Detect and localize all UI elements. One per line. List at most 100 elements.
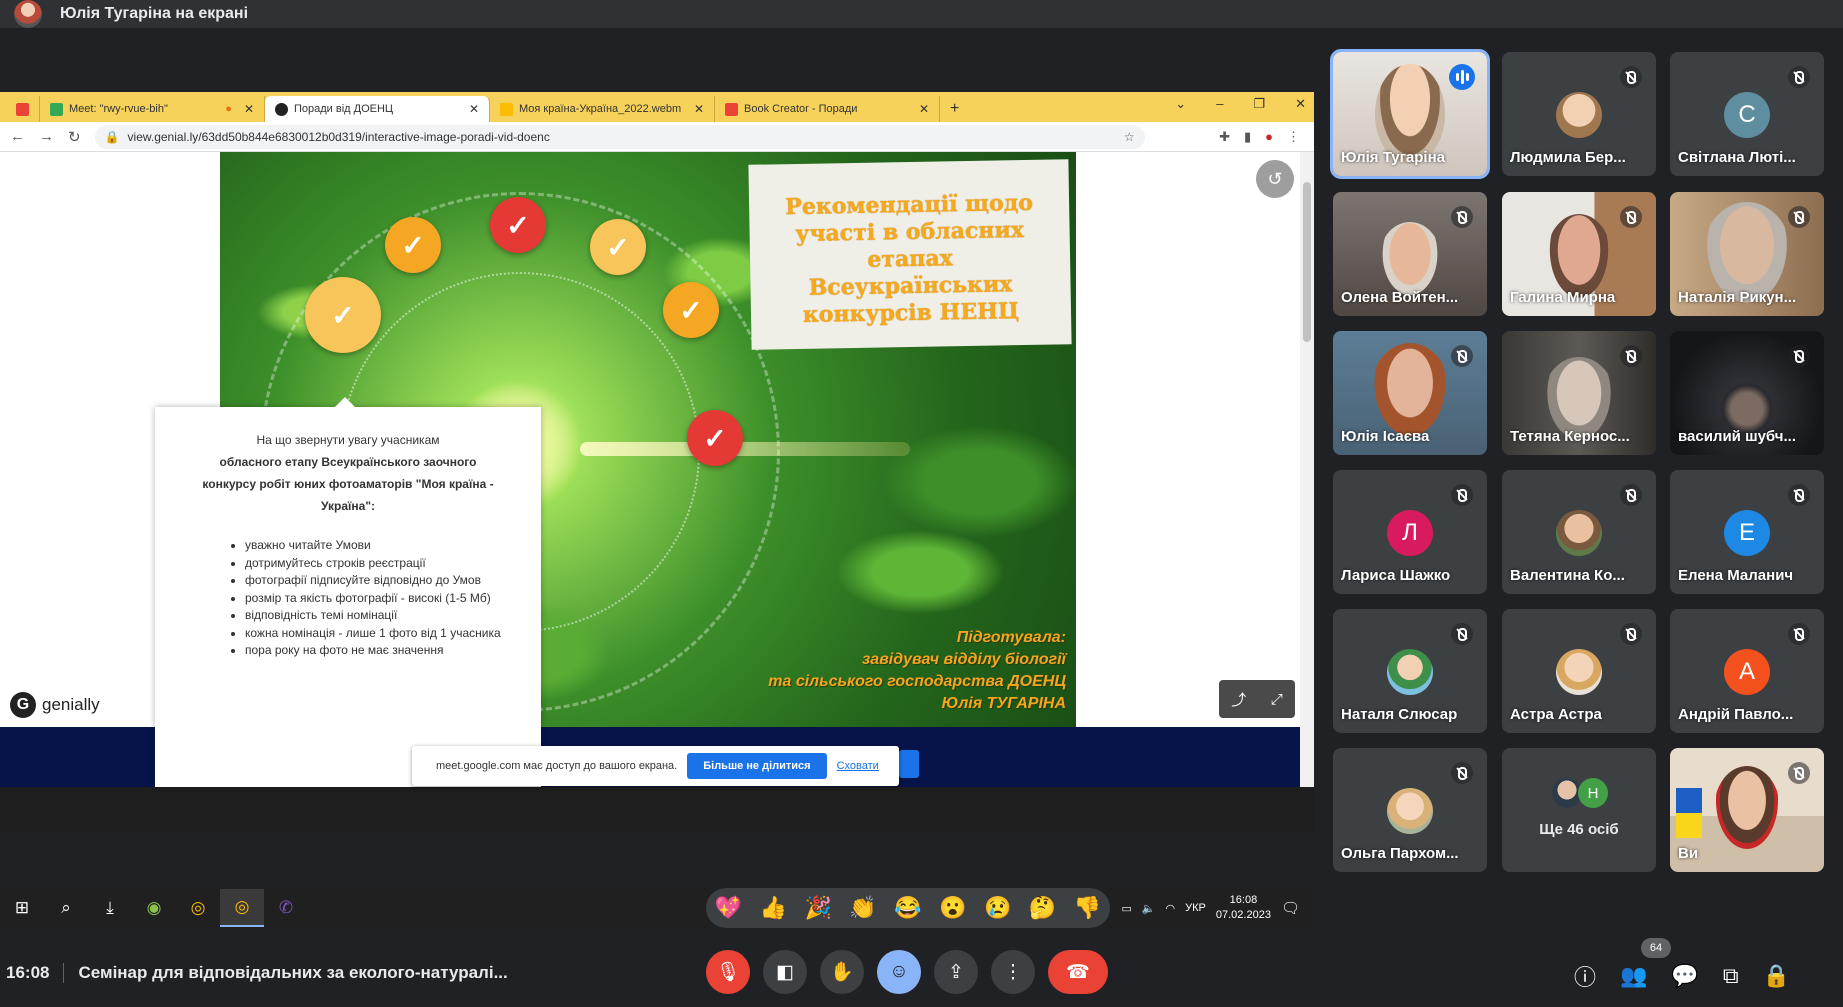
menu-icon[interactable]: ⋮ — [1287, 129, 1300, 145]
chrome-active-icon[interactable]: ◎ — [220, 889, 264, 927]
self-tile[interactable]: Ви — [1670, 748, 1824, 872]
present-button[interactable]: ⇪ — [934, 950, 978, 994]
page-scrollbar[interactable] — [1300, 152, 1314, 787]
reaction-party-button[interactable]: 🎉 — [804, 895, 831, 921]
reactions-button[interactable]: ☺ — [877, 950, 921, 994]
stop-sharing-button[interactable]: Більше не ділитися — [687, 753, 827, 779]
close-icon[interactable]: ✕ — [919, 102, 929, 116]
more-options-button[interactable]: ⋮ — [991, 950, 1035, 994]
close-icon[interactable]: ✕ — [694, 102, 704, 116]
list-item: кожна номінація - лише 1 фото від 1 учас… — [245, 625, 521, 643]
check-hotspot[interactable]: ✓ — [490, 197, 546, 253]
close-icon[interactable]: ✕ — [244, 102, 254, 116]
participant-tile[interactable]: Валентина Ко... — [1502, 470, 1656, 594]
check-hotspot[interactable]: ✓ — [305, 277, 381, 353]
participant-tile[interactable]: Е Елена Маланич — [1670, 470, 1824, 594]
reaction-surprised-button[interactable]: 😮 — [939, 895, 966, 921]
profile-icon[interactable]: ● — [1265, 129, 1273, 145]
reaction-clap-button[interactable]: 👏 — [849, 895, 876, 921]
reaction-thumbsup-button[interactable]: 👍 — [760, 895, 787, 921]
mic-toggle-button[interactable]: 🎙 — [706, 950, 750, 994]
participant-tile[interactable]: Астра Астра — [1502, 609, 1656, 733]
more-participants-tile[interactable]: Н Ще 46 осіб — [1502, 748, 1656, 872]
scrollbar-thumb[interactable] — [1303, 182, 1311, 342]
participant-tile[interactable]: Олена Войтен... — [1333, 192, 1487, 316]
tab-bookcreator[interactable]: Book Creator - Поради ✕ — [715, 96, 940, 122]
tab-label: Моя країна-Україна_2022.webm — [519, 103, 682, 115]
camera-toggle-button[interactable]: ◧ — [763, 950, 807, 994]
participant-tile[interactable]: Юлія Ісаєва — [1333, 331, 1487, 455]
close-icon[interactable]: ✕ — [469, 102, 479, 116]
activities-icon[interactable]: ⧉ — [1723, 963, 1739, 989]
tab-gmail[interactable] — [6, 96, 40, 122]
tab-list-icon[interactable]: ⌄ — [1175, 96, 1186, 112]
back-icon[interactable]: ← — [10, 128, 25, 145]
tab-webm[interactable]: Моя країна-Україна_2022.webm ✕ — [490, 96, 715, 122]
reload-icon[interactable]: ↻ — [68, 128, 81, 146]
presenter-title: Юлія Тугаріна на екрані — [60, 5, 249, 22]
viber-icon[interactable]: ✆ — [264, 889, 308, 927]
participant-tile[interactable]: Юлія Тугаріна — [1330, 49, 1490, 179]
participant-tile[interactable]: Ольга Пархом... — [1333, 748, 1487, 872]
participant-tile[interactable]: Тетяна Кернос... — [1502, 331, 1656, 455]
restore-icon[interactable]: ❐ — [1253, 96, 1265, 112]
participant-tile[interactable]: василий шубч... — [1670, 331, 1824, 455]
restart-icon[interactable]: ↺ — [1256, 160, 1294, 198]
tab-poradi[interactable]: Поради від ДОЕНЦ ✕ — [265, 96, 490, 122]
reaction-laugh-button[interactable]: 😂 — [894, 895, 921, 921]
volume-icon[interactable]: 🔈 — [1142, 902, 1156, 915]
participant-tile[interactable]: А Андрій Павло... — [1670, 609, 1824, 733]
popup-list: уважно читайте Умови дотримуйтесь строкі… — [245, 537, 521, 660]
language-indicator[interactable]: УКР — [1185, 902, 1206, 914]
minimize-icon[interactable]: – — [1216, 96, 1223, 112]
share-icon[interactable]: ⤴ — [1231, 689, 1246, 710]
wifi-icon[interactable]: ◠ — [1166, 902, 1176, 915]
check-hotspot[interactable]: ✓ — [687, 410, 743, 466]
mic-off-icon — [1788, 345, 1810, 367]
url-field[interactable]: 🔒 view.genial.ly/63dd50b844e6830012b0d31… — [94, 124, 1145, 149]
participant-tile[interactable]: Наталія Рикун... — [1670, 192, 1824, 316]
reaction-thinking-button[interactable]: 🤔 — [1029, 895, 1056, 921]
side-controls: ⓘ 👥 💬 ⧉ 🔒 — [1574, 960, 1790, 992]
participant-tile[interactable]: Людмила Бер... — [1502, 52, 1656, 176]
search-icon[interactable]: ⌕ — [44, 889, 88, 927]
tab-label: Book Creator - Поради — [744, 103, 858, 115]
check-hotspot[interactable]: ✓ — [590, 219, 646, 275]
info-icon[interactable]: ⓘ — [1574, 960, 1596, 992]
participant-initial: Н — [1578, 778, 1608, 808]
sidepanel-icon[interactable]: ▮ — [1244, 129, 1251, 145]
participant-tile[interactable]: Галина Мирна — [1502, 192, 1656, 316]
new-tab-button[interactable]: + — [940, 96, 969, 122]
chat-icon[interactable]: 💬 — [1671, 963, 1698, 989]
download-app-icon[interactable]: ⤓ — [88, 889, 132, 927]
check-hotspot[interactable]: ✓ — [663, 282, 719, 338]
check-hotspot[interactable]: ✓ — [385, 217, 441, 273]
fullscreen-icon[interactable]: ⤢ — [1271, 691, 1283, 708]
banner-text: meet.google.com має доступ до вашого екр… — [436, 760, 678, 772]
hide-banner-link[interactable]: Сховати — [837, 760, 879, 772]
chrome-icon[interactable]: ◎ — [176, 889, 220, 927]
star-icon[interactable]: ☆ — [1124, 130, 1135, 144]
reaction-sad-button[interactable]: 😢 — [984, 895, 1011, 921]
tab-meet[interactable]: Meet: "rwy-rvue-bih" ● ✕ — [40, 96, 265, 122]
participant-tile[interactable]: Л Лариса Шажко — [1333, 470, 1487, 594]
app-icon[interactable]: ◉ — [132, 889, 176, 927]
participant-tile[interactable]: Наталя Слюсар — [1333, 609, 1487, 733]
host-controls-icon[interactable]: 🔒 — [1763, 963, 1790, 989]
tab-label: Meet: "rwy-rvue-bih" — [69, 103, 168, 115]
close-window-icon[interactable]: ✕ — [1295, 96, 1306, 112]
raise-hand-button[interactable]: ✋ — [820, 950, 864, 994]
people-icon[interactable]: 👥 — [1620, 963, 1647, 989]
reaction-thumbsdown-button[interactable]: 👎 — [1074, 895, 1101, 921]
participant-tile[interactable]: С Світлана Люті... — [1670, 52, 1824, 176]
genially-logo[interactable]: G genially — [10, 692, 100, 718]
battery-icon[interactable]: ▭ — [1121, 902, 1131, 915]
reaction-heart-button[interactable]: 💖 — [715, 895, 742, 921]
extensions-icon[interactable]: ✚ — [1219, 129, 1230, 145]
forward-icon[interactable]: → — [39, 128, 54, 145]
participant-name: Наталя Слюсар — [1341, 706, 1458, 723]
clock[interactable]: 16:08 07.02.2023 — [1216, 893, 1271, 923]
windows-start-icon[interactable]: ⊞ — [0, 889, 44, 927]
notifications-icon[interactable]: 🗨 — [1281, 899, 1300, 917]
leave-call-button[interactable]: ☎ — [1048, 950, 1108, 994]
